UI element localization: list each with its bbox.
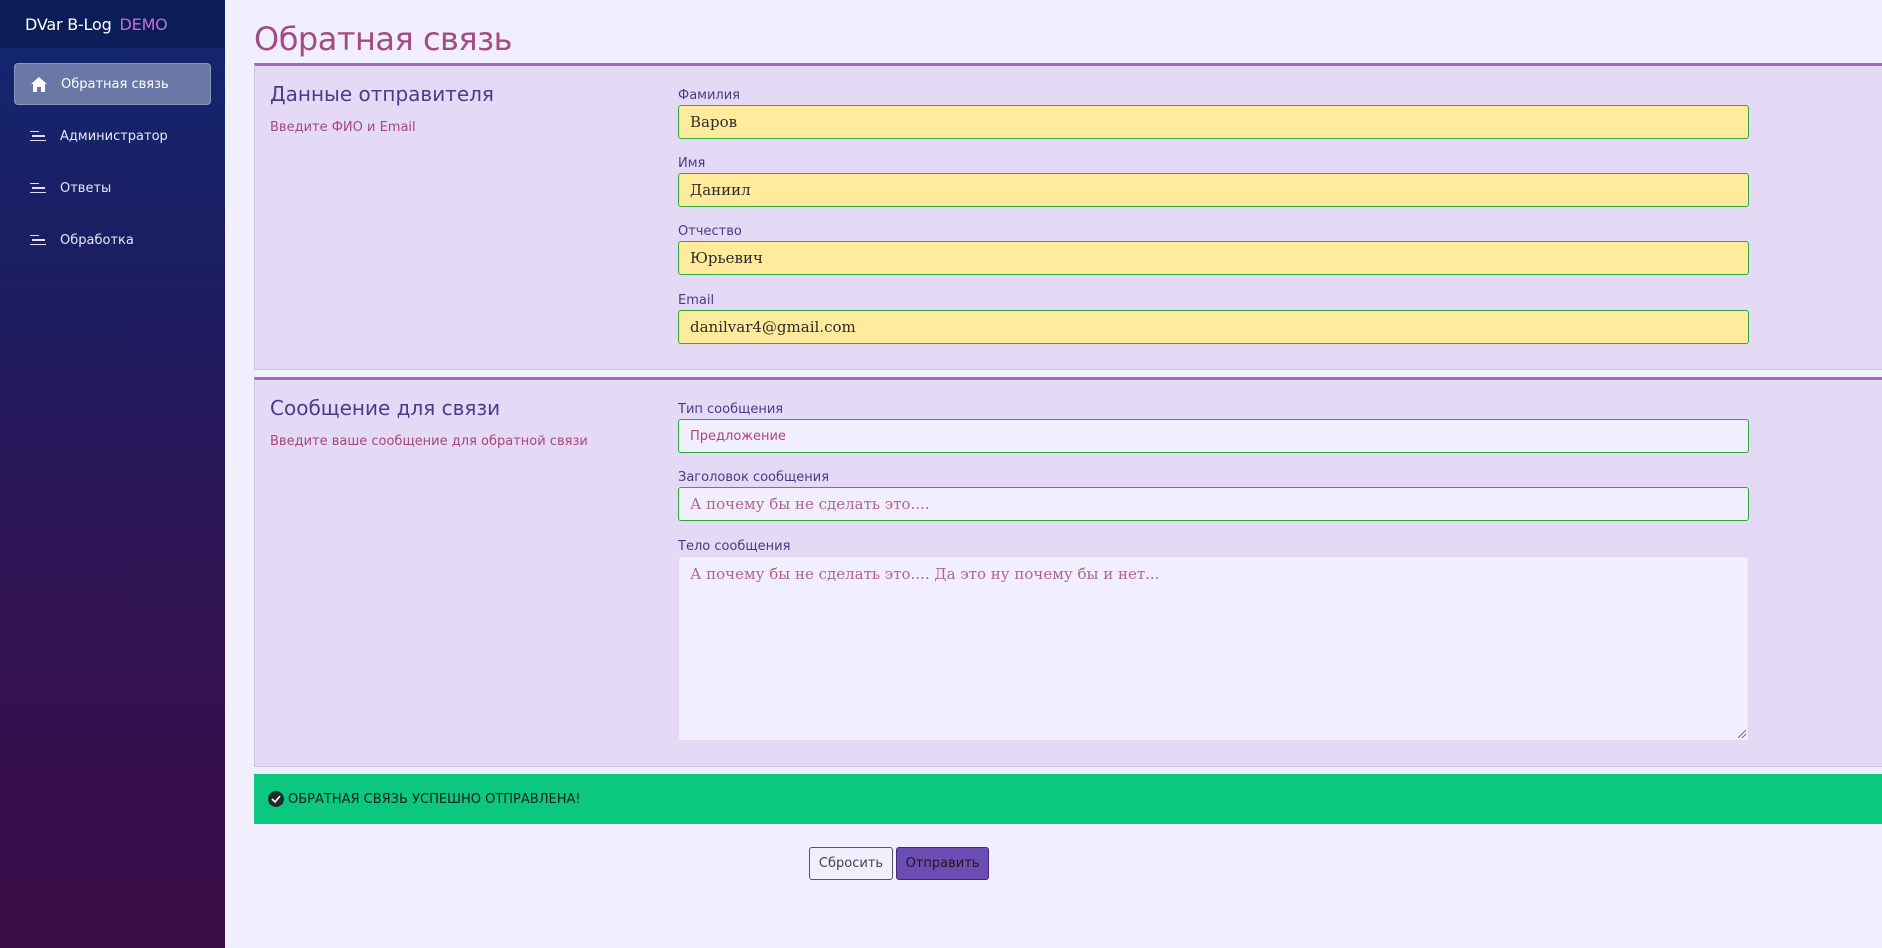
body-textarea[interactable]: А почему бы не сделать это.... Да это ну… <box>678 556 1749 741</box>
brand-name: DVar B-Log <box>25 14 112 34</box>
list-icon <box>28 234 48 246</box>
success-alert: ОБРАТНАЯ СВЯЗЬ УСПЕШНО ОТПРАВЛЕНА! <box>254 774 1882 824</box>
submit-button[interactable]: Отправить <box>896 847 989 880</box>
patronymic-field[interactable]: Юрьевич <box>678 241 1749 275</box>
brand[interactable]: DVar B-Log DEMO <box>0 0 225 48</box>
surname-field[interactable]: Варов <box>678 105 1749 139</box>
sidebar-item-label: Обратная связь <box>61 76 169 92</box>
list-icon <box>28 130 48 142</box>
sidebar: DVar B-Log DEMO Обратная связь Администр… <box>0 0 225 948</box>
sender-panel: Данные отправителя Введите ФИО и Email Ф… <box>254 63 1882 370</box>
sidebar-item-label: Обработка <box>60 232 134 248</box>
alert-text: ОБРАТНАЯ СВЯЗЬ УСПЕШНО ОТПРАВЛЕНА! <box>288 791 581 807</box>
sidebar-item-label: Администратор <box>60 128 168 144</box>
list-icon <box>28 182 48 194</box>
message-subtitle: Введите ваше сообщение для обратной связ… <box>270 434 588 449</box>
name-field[interactable]: Даниил <box>678 173 1749 207</box>
main-content: Обратная связь Данные отправителя Введит… <box>254 0 1882 880</box>
page-title: Обратная связь <box>254 20 513 58</box>
check-circle-icon <box>268 791 284 807</box>
sidebar-item-admin[interactable]: Администратор <box>14 115 211 157</box>
patronymic-label: Отчество <box>678 224 742 239</box>
message-type-label: Тип сообщения <box>678 402 784 417</box>
surname-label: Фамилия <box>678 88 740 103</box>
sidebar-item-answers[interactable]: Ответы <box>14 167 211 209</box>
reset-button[interactable]: Сбросить <box>809 847 893 880</box>
email-label: Email <box>678 293 715 308</box>
sidebar-item-feedback[interactable]: Обратная связь <box>14 63 211 105</box>
body-placeholder: А почему бы не сделать это.... Да это ну… <box>690 565 1160 583</box>
sidebar-nav: Обратная связь Администратор Ответы Обра… <box>0 48 225 261</box>
sidebar-item-label: Ответы <box>60 180 112 196</box>
sender-subtitle: Введите ФИО и Email <box>270 120 416 135</box>
name-label: Имя <box>678 156 706 171</box>
message-type-select[interactable]: Предложение <box>678 419 1749 453</box>
subject-input[interactable]: А почему бы не сделать это.... <box>678 487 1749 521</box>
home-icon <box>29 76 49 92</box>
body-label: Тело сообщения <box>678 539 791 554</box>
sender-heading: Данные отправителя <box>270 82 494 106</box>
email-field[interactable]: danilvar4@gmail.com <box>678 310 1749 344</box>
sidebar-item-processing[interactable]: Обработка <box>14 219 211 261</box>
brand-badge: DEMO <box>119 14 168 34</box>
resize-grip-icon[interactable] <box>1738 730 1746 738</box>
message-panel: Сообщение для связи Введите ваше сообщен… <box>254 377 1882 767</box>
subject-label: Заголовок сообщения <box>678 470 830 485</box>
message-heading: Сообщение для связи <box>270 396 501 420</box>
